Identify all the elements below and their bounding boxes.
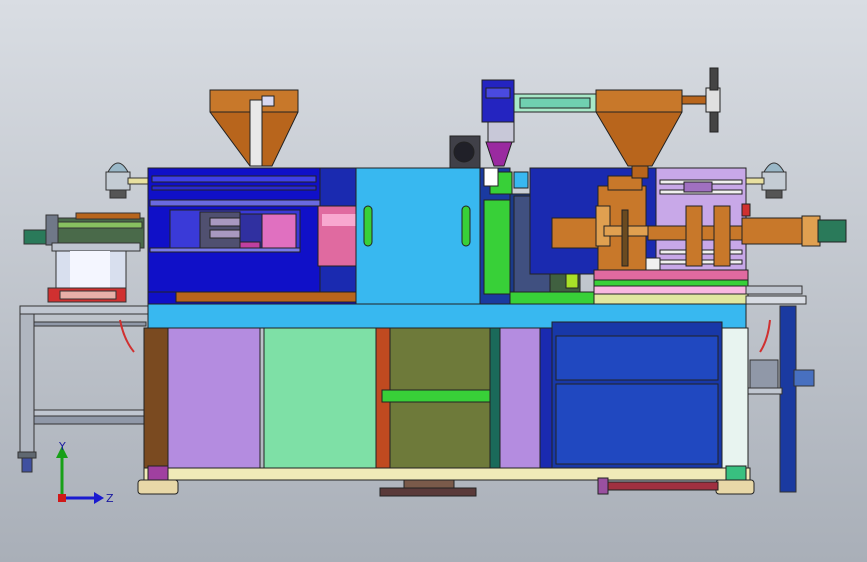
injection-molding-machine-model[interactable] [0,0,867,562]
cad-viewport[interactable]: Y Z [0,0,867,562]
safety-door [355,167,481,305]
triad-origin [58,494,66,502]
injection-unit-body [529,167,657,275]
y-axis-label: Y [58,440,66,453]
lower-cabinet [143,303,749,469]
z-axis-label: Z [106,492,114,505]
mold-cylinder [317,167,359,293]
z-axis-arrow [94,492,104,504]
coordinate-triad: Y Z [56,440,114,505]
